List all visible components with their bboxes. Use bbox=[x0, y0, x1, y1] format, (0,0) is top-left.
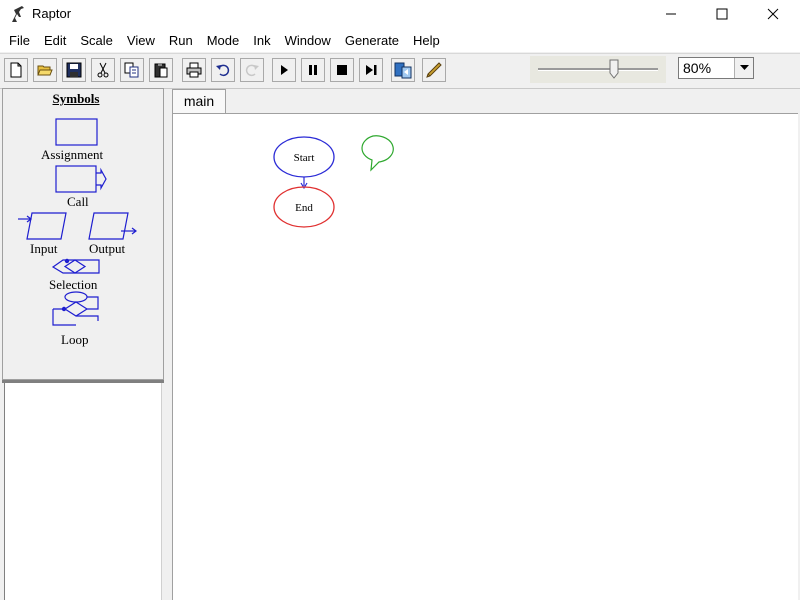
title-bar: Raptor bbox=[0, 0, 800, 28]
input-symbol[interactable] bbox=[18, 212, 67, 240]
play-icon bbox=[281, 65, 288, 75]
step-button[interactable] bbox=[359, 58, 383, 82]
minimize-icon bbox=[666, 13, 676, 15]
menu-run[interactable]: Run bbox=[162, 30, 200, 51]
maximize-icon bbox=[716, 8, 728, 20]
test-server-icon bbox=[394, 62, 412, 79]
menu-help[interactable]: Help bbox=[406, 30, 447, 51]
output-label: Output bbox=[89, 241, 126, 256]
redo-icon bbox=[245, 64, 259, 77]
zoom-value: 80% bbox=[683, 60, 712, 76]
start-label: Start bbox=[294, 152, 315, 164]
menu-ink[interactable]: Ink bbox=[246, 30, 277, 51]
undo-icon bbox=[216, 64, 230, 77]
assignment-label: Assignment bbox=[41, 147, 104, 162]
stop-button[interactable] bbox=[330, 58, 354, 82]
menu-generate[interactable]: Generate bbox=[338, 30, 406, 51]
step-icon bbox=[366, 65, 377, 75]
call-label: Call bbox=[67, 194, 89, 209]
copy-button[interactable] bbox=[120, 58, 144, 82]
minimize-button[interactable] bbox=[648, 0, 694, 28]
input-label: Input bbox=[30, 241, 58, 256]
pause-icon bbox=[309, 65, 317, 75]
zoom-slider-track bbox=[538, 68, 658, 71]
output-symbol[interactable] bbox=[88, 212, 137, 240]
tab-main[interactable]: main bbox=[172, 89, 226, 113]
cut-scissors-icon bbox=[97, 62, 109, 78]
pause-button[interactable] bbox=[301, 58, 325, 82]
dropdown-arrow[interactable] bbox=[734, 58, 753, 78]
new-file-icon bbox=[10, 62, 22, 78]
paste-icon bbox=[154, 63, 168, 78]
loop-symbol[interactable] bbox=[52, 291, 99, 326]
menu-scale[interactable]: Scale bbox=[73, 30, 120, 51]
pen-icon bbox=[426, 62, 442, 78]
call-symbol[interactable] bbox=[55, 165, 107, 193]
selection-symbol[interactable] bbox=[51, 258, 100, 274]
undo-button[interactable] bbox=[211, 58, 235, 82]
print-icon bbox=[186, 62, 202, 78]
ink-pen-button[interactable] bbox=[422, 58, 446, 82]
close-icon bbox=[767, 8, 779, 20]
copy-icon bbox=[124, 62, 139, 78]
execute-button[interactable] bbox=[272, 58, 296, 82]
end-label: End bbox=[295, 202, 313, 214]
maximize-button[interactable] bbox=[699, 0, 745, 28]
test-server-button[interactable] bbox=[391, 58, 415, 82]
open-folder-icon bbox=[37, 65, 53, 76]
menu-file[interactable]: File bbox=[2, 30, 37, 51]
symbols-panel: Symbols Assignment Call Input Output Sel… bbox=[2, 88, 164, 380]
selection-label: Selection bbox=[49, 277, 98, 292]
menu-view[interactable]: View bbox=[120, 30, 162, 51]
save-disk-icon bbox=[66, 62, 82, 78]
print-button[interactable] bbox=[182, 58, 206, 82]
menu-mode[interactable]: Mode bbox=[200, 30, 247, 51]
save-button[interactable] bbox=[62, 58, 86, 82]
menu-bar: File Edit Scale View Run Mode Ink Window… bbox=[0, 28, 800, 52]
zoom-slider-thumb[interactable] bbox=[609, 59, 619, 79]
stop-icon bbox=[337, 65, 347, 75]
redo-button[interactable] bbox=[240, 58, 264, 82]
zoom-slider[interactable] bbox=[530, 56, 666, 83]
window-title: Raptor bbox=[32, 6, 72, 21]
chevron-down-icon bbox=[739, 65, 749, 70]
variables-watch-panel[interactable] bbox=[4, 383, 162, 600]
flowchart-drawing: Start End bbox=[273, 135, 394, 228]
close-button[interactable] bbox=[750, 0, 796, 28]
zoom-dropdown[interactable]: 80% bbox=[678, 57, 754, 79]
raptor-window: Raptor File Edit Scale View Run Mode Ink… bbox=[0, 0, 800, 600]
paste-button[interactable] bbox=[149, 58, 173, 82]
cut-button[interactable] bbox=[91, 58, 115, 82]
open-button[interactable] bbox=[33, 58, 57, 82]
new-button[interactable] bbox=[4, 58, 28, 82]
flowchart-canvas[interactable]: Start End bbox=[172, 113, 798, 600]
raptor-dinosaur-icon bbox=[12, 6, 24, 22]
loop-label: Loop bbox=[61, 332, 89, 347]
menu-window[interactable]: Window bbox=[278, 30, 338, 51]
menu-edit[interactable]: Edit bbox=[37, 30, 73, 51]
comment-balloon-icon[interactable] bbox=[361, 135, 394, 172]
assignment-symbol[interactable] bbox=[55, 118, 98, 146]
